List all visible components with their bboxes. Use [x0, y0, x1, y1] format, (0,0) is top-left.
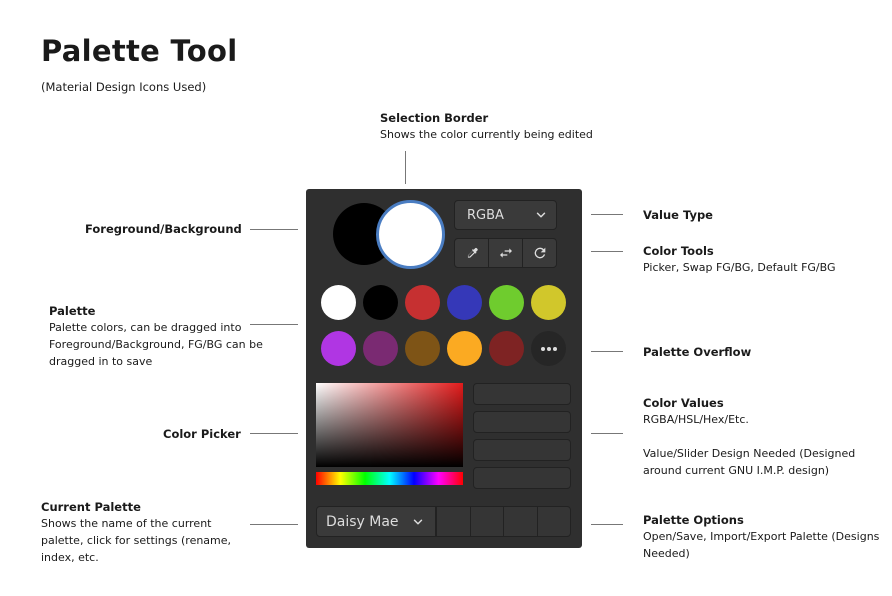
palette-swatch[interactable] — [363, 331, 398, 366]
color-tools-group — [454, 238, 557, 268]
connector-line — [250, 324, 298, 325]
annotation-palette-overflow: Palette Overflow — [643, 345, 752, 359]
color-value-field[interactable] — [473, 439, 571, 461]
palette-swatch[interactable] — [489, 331, 524, 366]
connector-line — [591, 251, 623, 252]
palette-swatch[interactable] — [447, 331, 482, 366]
annotation-value-type: Value Type — [643, 208, 713, 222]
palette-swatch[interactable] — [405, 331, 440, 366]
swap-fg-bg-button[interactable] — [489, 239, 523, 267]
default-fg-bg-button[interactable] — [523, 239, 556, 267]
palette-option-button[interactable] — [538, 507, 571, 536]
palette-option-button[interactable] — [504, 507, 538, 536]
annotation-desc: Picker, Swap FG/BG, Default FG/BG — [643, 261, 836, 274]
current-palette-name: Daisy Mae — [326, 513, 399, 530]
palette-swatch[interactable] — [447, 285, 482, 320]
connector-line — [591, 524, 623, 525]
annotation-title: Palette — [49, 304, 96, 318]
annotation-palette-options: Palette Options Open/Save, Import/Export… — [643, 513, 883, 562]
annotation-desc: Shows the color currently being edited — [380, 128, 593, 141]
annotation-current-palette: Current Palette Shows the name of the cu… — [41, 500, 251, 566]
palette-swatch[interactable] — [489, 285, 524, 320]
annotation-title: Selection Border — [380, 111, 489, 125]
color-value-field[interactable] — [473, 411, 571, 433]
connector-line — [250, 229, 298, 230]
connector-line — [405, 151, 406, 184]
refresh-icon — [534, 247, 545, 259]
page-subtitle: (Material Design Icons Used) — [41, 80, 207, 94]
annotation-color-tools: Color Tools Picker, Swap FG/BG, Default … — [643, 244, 883, 276]
connector-line — [591, 351, 623, 352]
more-horizontal-icon — [540, 346, 557, 351]
annotation-desc: Shows the name of the current palette, c… — [41, 517, 232, 564]
connector-line — [250, 524, 298, 525]
swap-horizontal-icon — [499, 248, 512, 258]
annotation-desc: Open/Save, Import/Export Palette (Design… — [643, 530, 880, 560]
annotation-title: Color Tools — [643, 244, 714, 258]
value-type-label: RGBA — [467, 207, 504, 223]
annotation-desc: RGBA/HSL/Hex/Etc. — [643, 413, 749, 426]
connector-line — [250, 433, 298, 434]
color-picker-square[interactable] — [316, 383, 463, 467]
color-value-field[interactable] — [473, 467, 571, 489]
page-title: Palette Tool — [41, 34, 238, 68]
palette-options-group — [436, 506, 571, 537]
annotation-title: Color Values — [643, 396, 724, 410]
annotation-palette: Palette Palette colors, can be dragged i… — [49, 304, 264, 370]
chevron-down-icon — [413, 519, 423, 524]
value-type-dropdown[interactable]: RGBA — [454, 200, 557, 230]
palette-overflow-button[interactable] — [531, 331, 566, 366]
palette-option-button[interactable] — [437, 507, 471, 536]
palette-option-button[interactable] — [471, 507, 504, 536]
chevron-down-icon — [536, 212, 546, 218]
connector-line — [591, 214, 623, 215]
background-swatch[interactable] — [376, 200, 445, 269]
annotation-selection-border: Selection Border Shows the color current… — [380, 111, 640, 143]
current-palette-dropdown[interactable]: Daisy Mae — [316, 506, 436, 537]
annotation-desc: Palette colors, can be dragged into Fore… — [49, 321, 263, 368]
palette-swatch[interactable] — [405, 285, 440, 320]
eyedropper-button[interactable] — [455, 239, 489, 267]
palette-swatch[interactable] — [321, 285, 356, 320]
hue-slider[interactable] — [316, 472, 463, 485]
palette-swatch[interactable] — [321, 331, 356, 366]
eyedropper-icon — [467, 247, 478, 258]
annotation-title: Palette Options — [643, 513, 744, 527]
annotation-foreground-background: Foreground/Background — [85, 222, 242, 236]
connector-line — [591, 433, 623, 434]
annotation-title: Current Palette — [41, 500, 141, 514]
annotation-desc: Value/Slider Design Needed (Designed aro… — [643, 447, 856, 477]
color-value-field[interactable] — [473, 383, 571, 405]
annotation-color-picker: Color Picker — [163, 427, 241, 441]
palette-swatch[interactable] — [531, 285, 566, 320]
palette-swatch[interactable] — [363, 285, 398, 320]
annotation-color-values: Color Values RGBA/HSL/Hex/Etc. Value/Sli… — [643, 396, 883, 479]
